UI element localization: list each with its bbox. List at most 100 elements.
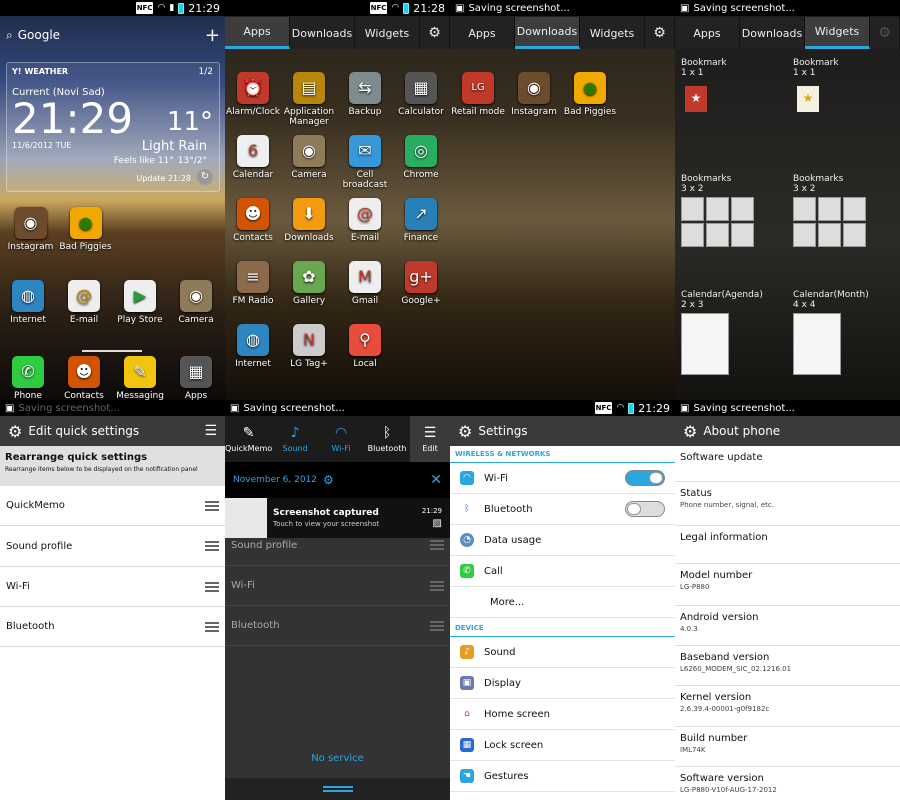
dl-app-instagram[interactable]: ◉ Instagram [506, 72, 562, 117]
drag-handle-icon[interactable] [205, 581, 219, 592]
settings-item-gestures[interactable]: ☚ Gestures [450, 761, 675, 792]
screenshot-notification[interactable]: Screenshot captured Touch to view your s… [225, 498, 450, 538]
drawer-app-local[interactable]: ⚲ Local [337, 324, 393, 387]
widget-calendar-month[interactable]: Calendar(Month) 4 x 4 [793, 290, 898, 375]
settings-item-call[interactable]: ✆ Call [450, 556, 675, 587]
toggle-wifi[interactable]: ◠ Wi-Fi [318, 416, 364, 462]
tab-apps[interactable]: Apps [450, 17, 515, 49]
about-row[interactable]: Model number LG-P880 [675, 564, 900, 606]
gear-icon[interactable]: ⚙ [870, 17, 900, 49]
tab-downloads[interactable]: Downloads [290, 17, 355, 49]
home-app-instagram[interactable]: ◉ Instagram [3, 207, 58, 252]
refresh-icon[interactable]: ↻ [197, 169, 213, 185]
home-app-bad-piggies[interactable]: ● Bad Piggies [58, 207, 113, 252]
widget-bookmark-2[interactable]: Bookmark 1 x 1 ★ [793, 58, 898, 112]
tab-apps[interactable]: Apps [675, 17, 740, 49]
drawer-app-gallery[interactable]: ✿ Gallery [281, 261, 337, 324]
home-app-camera[interactable]: ◉ Camera [168, 280, 224, 325]
app-label: Play Store [117, 315, 163, 325]
list-item[interactable]: QuickMemo [0, 486, 225, 526]
gear-icon[interactable]: ⚙ [645, 17, 675, 49]
dl-app-retail[interactable]: LG Retail mode [450, 72, 506, 117]
about-row[interactable]: Android version 4.0.3 [675, 606, 900, 646]
about-row[interactable]: Kernel version 2.6.39.4-00001-g0f9182c [675, 686, 900, 727]
drawer-app-chrome[interactable]: ◎ Chrome [393, 135, 449, 198]
drawer-app-finance[interactable]: ↗ Finance [393, 198, 449, 261]
settings-item-home-screen[interactable]: ⌂ Home screen [450, 699, 675, 730]
wifi-switch[interactable] [625, 470, 665, 486]
about-row[interactable]: Software update [675, 446, 900, 482]
backup-icon: ⇆ [349, 72, 381, 104]
drawer-app-application-manager[interactable]: ▤ Application Manager [281, 72, 337, 135]
add-to-list-icon[interactable]: ☰ [204, 423, 217, 439]
dock-apps[interactable]: ▦ Apps [168, 356, 224, 400]
list-item[interactable]: Wi-Fi [0, 567, 225, 607]
screenshot-icon: ▣ [680, 402, 690, 414]
section-header: DEVICE [450, 620, 675, 637]
lock-screen-icon: ▦ [460, 738, 474, 752]
drawer-app-google-[interactable]: g+ Google+ [393, 261, 449, 324]
settings-item-sound[interactable]: ♪ Sound [450, 637, 675, 668]
drag-handle-icon[interactable] [205, 621, 219, 632]
widget-bookmarks-2[interactable]: Bookmarks 3 x 2 [793, 174, 898, 247]
about-row[interactable]: Status Phone number, signal, etc. [675, 482, 900, 526]
list-item[interactable]: Bluetooth [0, 607, 225, 647]
toggle-bluetooth[interactable]: ᛒ Bluetooth [364, 416, 410, 462]
widget-bookmarks-1[interactable]: Bookmarks 3 x 2 [681, 174, 786, 247]
drawer-app-backup[interactable]: ⇆ Backup [337, 72, 393, 135]
about-row[interactable]: Software version LG-P880-V10f-AUG-17-2012 [675, 767, 900, 800]
tab-downloads[interactable]: Downloads [515, 17, 580, 49]
widget-calendar-agenda[interactable]: Calendar(Agenda) 2 x 3 [681, 290, 786, 375]
drag-handle-icon[interactable] [205, 500, 219, 511]
drawer-app-contacts[interactable]: ☻ Contacts [225, 198, 281, 261]
home-app-internet[interactable]: ◍ Internet [0, 280, 56, 325]
tab-apps[interactable]: Apps [225, 17, 290, 49]
home-app-play-store[interactable]: ▶ Play Store [112, 280, 168, 325]
drawer-app-calendar[interactable]: 6 Calendar [225, 135, 281, 198]
drawer-app-camera[interactable]: ◉ Camera [281, 135, 337, 198]
about-row-title: Status [680, 488, 712, 499]
google-search-bar[interactable]: ⌕ Google + [6, 24, 220, 46]
list-item[interactable]: Sound profile [0, 526, 225, 567]
drawer-app-downloads[interactable]: ⬇ Downloads [281, 198, 337, 261]
weather-widget[interactable]: Y! WEATHER 1/2 Current (Novi Sad) 21:29 1… [6, 62, 220, 192]
settings-gear-icon[interactable]: ⚙ [323, 473, 334, 487]
settings-item-data-usage[interactable]: ◔ Data usage [450, 525, 675, 556]
toggle-sound[interactable]: ♪ Sound [272, 416, 318, 462]
dock-messaging[interactable]: ✎ Messaging [112, 356, 168, 400]
bluetooth-switch[interactable] [625, 501, 665, 517]
home-app-email[interactable]: @ E-mail [56, 280, 112, 325]
close-icon[interactable]: ✕ [430, 472, 442, 488]
add-icon[interactable]: + [205, 25, 220, 46]
settings-item-more[interactable]: More... [450, 587, 675, 618]
drawer-app-calculator[interactable]: ▦ Calculator [393, 72, 449, 135]
drawer-app-alarm-clock[interactable]: ⏰ Alarm/Clock [225, 72, 281, 135]
drawer-app-fm-radio[interactable]: ≡ FM Radio [225, 261, 281, 324]
shade-handle[interactable] [225, 778, 450, 800]
widget-bookmark-1[interactable]: Bookmark 1 x 1 ★ [681, 58, 786, 112]
drawer-app-e-mail[interactable]: @ E-mail [337, 198, 393, 261]
toggle-edit[interactable]: ☰ Edit [410, 416, 450, 462]
dl-app-bad-piggies[interactable]: ● Bad Piggies [562, 72, 618, 117]
dock-phone[interactable]: ✆ Phone [0, 356, 56, 400]
settings-item-wifi[interactable]: ◠ Wi-Fi [450, 463, 675, 494]
tab-downloads[interactable]: Downloads [740, 17, 805, 49]
gear-icon[interactable]: ⚙ [420, 17, 450, 49]
drawer-app-lg-tag-[interactable]: N LG Tag+ [281, 324, 337, 387]
about-row[interactable]: Legal information [675, 526, 900, 564]
dock-contacts[interactable]: ☻ Contacts [56, 356, 112, 400]
tab-widgets[interactable]: Widgets [805, 17, 870, 49]
settings-item-bluetooth[interactable]: ᛒ Bluetooth [450, 494, 675, 525]
settings-item-display[interactable]: ▣ Display [450, 668, 675, 699]
about-row[interactable]: Build number IML74K [675, 727, 900, 767]
bookmark-thumbnails [793, 197, 898, 247]
settings-item-lock-screen[interactable]: ▦ Lock screen [450, 730, 675, 761]
drawer-app-gmail[interactable]: M Gmail [337, 261, 393, 324]
toggle-quickmemo[interactable]: ✎ QuickMemo [225, 416, 272, 462]
drag-handle-icon[interactable] [205, 541, 219, 551]
tab-widgets[interactable]: Widgets [355, 17, 420, 49]
tab-widgets[interactable]: Widgets [580, 17, 645, 49]
drawer-app-internet[interactable]: ◍ Internet [225, 324, 281, 387]
drawer-app-cell-broadcast[interactable]: ✉ Cell broadcast [337, 135, 393, 198]
about-row[interactable]: Baseband version L6260_MODEM_SIC_02.1216.… [675, 646, 900, 686]
